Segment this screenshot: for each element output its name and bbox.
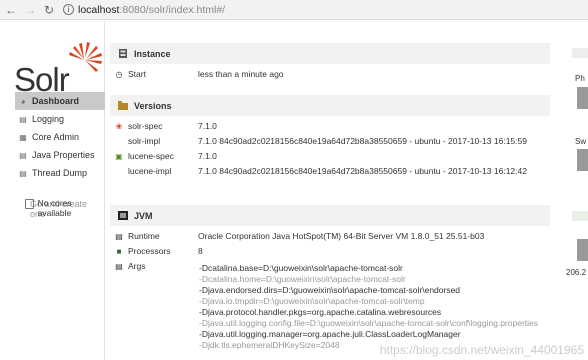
versions-title: Versions (134, 100, 172, 111)
solr-spec-label: solr-spec (128, 121, 163, 131)
reload-icon[interactable]: ↻ (41, 2, 57, 18)
browser-toolbar: ← → ↻ i localhost:8080/solr/index.html#/ (0, 0, 588, 20)
start-value: less than a minute ago (198, 69, 284, 79)
back-icon[interactable]: ← (3, 2, 19, 18)
document-icon (25, 199, 34, 209)
runtime-icon: ▤ (115, 231, 123, 241)
jvm-arg: -Djava.io.tmpdir=D:\guoweixin\solr\apach… (199, 296, 425, 306)
version-row: ❀ solr-spec 7.1.0 (114, 119, 217, 133)
sidebar-menu: ◕ Dashboard ▤ Logging ▦ Core Admin ▤ Jav… (15, 92, 105, 182)
physical-memory-bar (577, 87, 588, 109)
core-admin-icon: ▦ (19, 132, 27, 142)
info-icon[interactable]: i (63, 4, 74, 15)
instance-header: Instance (110, 43, 550, 64)
jvm-args-row: ▤ Args (114, 259, 198, 273)
sidebar-item-java-properties[interactable]: ▤ Java Properties (15, 146, 105, 164)
url-path: :8080/solr/index.html#/ (119, 3, 226, 16)
solr-sun-icon: ❀ (115, 121, 123, 131)
sidebar-item-label: Java Properties (32, 150, 95, 160)
jvm-arg: -Djava.endorsed.dirs=D:\guoweixin\solr\a… (199, 285, 461, 295)
instance-title: Instance (134, 48, 171, 59)
address-bar[interactable]: i localhost:8080/solr/index.html#/ (63, 2, 225, 17)
sidebar-item-core-admin[interactable]: ▦ Core Admin (15, 128, 105, 146)
jvm-memory-value: 206.2 (566, 268, 587, 277)
sidebar-item-label: Core Admin (32, 132, 80, 142)
instance-icon (119, 49, 127, 58)
physical-memory-label: Ph (575, 74, 585, 83)
jvm-runtime-row: ▤ Runtime Oracle Corporation Java HotSpo… (114, 229, 484, 243)
sidebar-item-dashboard[interactable]: ◕ Dashboard (15, 92, 105, 110)
forward-icon[interactable]: → (22, 2, 38, 18)
url-host: localhost (78, 3, 120, 16)
no-cores-text: No cores available (37, 198, 72, 218)
jvm-arg: -Dcatalina.home=D:\guoweixin\solr\apache… (199, 274, 406, 284)
swap-space-bar (577, 149, 588, 171)
solr-sun-icon (69, 42, 102, 72)
sidebar: Solr ◕ Dashboard ▤ Logging ▦ Core Admin … (0, 21, 105, 360)
solr-impl-label: solr-impl (128, 136, 161, 146)
jvm-arg: -Djava.util.logging.config.file=D:\guowe… (199, 318, 538, 328)
jvm-memory-bar (577, 239, 588, 261)
args-icon: ▤ (115, 261, 123, 271)
lucene-icon: ▣ (115, 151, 123, 161)
processor-icon: ■ (116, 246, 122, 256)
logging-icon: ▤ (19, 114, 27, 124)
jvm-processors-row: ■ Processors 8 (114, 244, 203, 258)
jvm-arg: -Dcatalina.base=D:\guoweixin\solr\apache… (199, 263, 403, 273)
lucene-spec-value: 7.1.0 (198, 151, 217, 161)
runtime-value: Oracle Corporation Java HotSpot(TM) 64-B… (198, 231, 485, 241)
java-properties-icon: ▤ (19, 150, 27, 160)
versions-header: Versions (110, 95, 550, 116)
jvm-memory-header (572, 211, 588, 221)
solr-spec-value: 7.1.0 (198, 121, 217, 131)
dashboard-main: Instance ◷ Start less than a minute ago … (106, 21, 556, 360)
jvm-title: JVM (134, 210, 153, 221)
processors-value: 8 (198, 246, 203, 256)
lucene-spec-label: lucene-spec (128, 151, 174, 161)
clock-icon: ◷ (115, 69, 123, 79)
args-label: Args (128, 261, 146, 271)
swap-space-label: Sw (575, 137, 587, 146)
solr-logo[interactable]: Solr (14, 39, 104, 99)
jvm-header: JVM (110, 205, 550, 226)
jvm-arg: -Djava.protocol.handler.pkgs=org.apache.… (199, 307, 442, 317)
versions-icon (118, 101, 128, 110)
sidebar-item-label: Dashboard (32, 96, 80, 106)
instance-start-row: ◷ Start less than a minute ago (114, 67, 284, 81)
sidebar-item-label: Logging (32, 114, 65, 124)
dashboard-icon: ◕ (20, 96, 26, 106)
sidebar-item-thread-dump[interactable]: ▤ Thread Dump (15, 164, 105, 182)
jvm-args-list: -Dcatalina.base=D:\guoweixin\solr\apache… (199, 263, 538, 351)
system-header (572, 48, 588, 58)
start-label: Start (128, 69, 146, 79)
processors-label: Processors (128, 246, 171, 256)
runtime-label: Runtime (128, 231, 160, 241)
solr-impl-value: 7.1.0 84c90ad2c0218156c840e19a64d72b8a38… (198, 136, 527, 146)
cores-panel: No cores available Go and create one (17, 198, 104, 219)
watermark: https://blog.csdn.net/weixin_44001965 (379, 343, 584, 357)
version-row: lucene-impl 7.1.0 84c90ad2c0218156c840e1… (114, 164, 527, 178)
lucene-impl-label: lucene-impl (128, 166, 172, 176)
right-panel: Ph Sw 206.2 (566, 21, 588, 360)
sidebar-item-logging[interactable]: ▤ Logging (15, 110, 105, 128)
jvm-arg: -Djava.util.logging.manager=org.apache.j… (199, 329, 461, 339)
version-row: ▣ lucene-spec 7.1.0 (114, 149, 217, 163)
version-row: solr-impl 7.1.0 84c90ad2c0218156c840e19a… (114, 134, 527, 148)
jvm-icon (118, 211, 128, 220)
sidebar-item-label: Thread Dump (32, 168, 88, 178)
thread-dump-icon: ▤ (19, 168, 27, 178)
lucene-impl-value: 7.1.0 84c90ad2c0218156c840e19a64d72b8a38… (198, 166, 527, 176)
